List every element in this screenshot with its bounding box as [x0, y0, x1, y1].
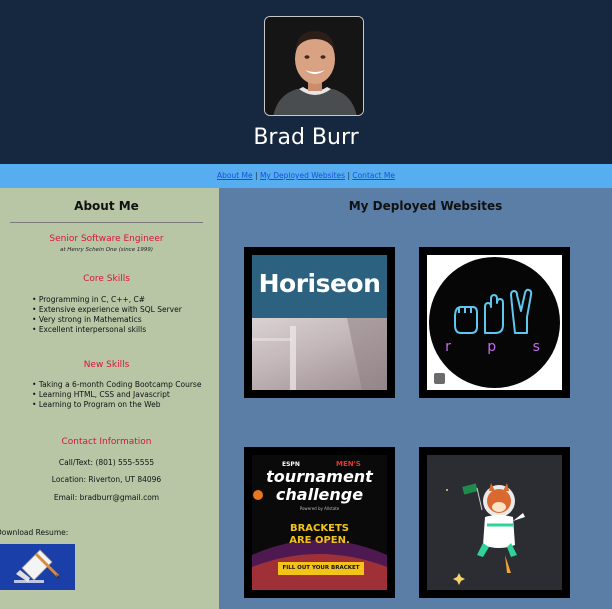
- websites-heading: My Deployed Websites: [348, 199, 503, 213]
- horiseon-photo: [252, 318, 387, 390]
- image-badge-icon: [434, 373, 445, 384]
- nav-link-contact[interactable]: Contact Me: [352, 171, 395, 180]
- core-skills-list: Programming in C, C++, C# Extensive expe…: [32, 295, 182, 335]
- espn-brackets-line2: ARE OPEN.: [289, 535, 350, 546]
- nav-bar: About Me | My Deployed Websites | Contac…: [0, 164, 612, 188]
- list-item: Learning to Program on the Web: [32, 400, 201, 410]
- websites-section: My Deployed Websites Horiseon r p s ESPN…: [219, 188, 612, 609]
- download-resume-label: Download Resume:: [0, 528, 69, 537]
- rps-logo-text: r p s: [445, 339, 556, 355]
- nav-separator: |: [252, 171, 260, 180]
- espn-title-line1: tournament: [266, 467, 373, 486]
- divider: [10, 222, 203, 223]
- project-tile-rps[interactable]: r p s: [419, 247, 570, 398]
- project-image: r p s: [427, 255, 562, 390]
- project-image: [427, 455, 562, 590]
- download-resume-icon[interactable]: [0, 544, 75, 590]
- espn-cta-banner: FILL OUT YOUR BRACKET: [278, 562, 364, 575]
- about-heading: About Me: [74, 199, 139, 213]
- site-title: Brad Burr: [253, 125, 359, 150]
- espn-brackets-line1: BRACKETS: [289, 523, 349, 534]
- header: Brad Burr: [0, 0, 612, 164]
- horiseon-logo-text: Horiseon: [258, 269, 381, 298]
- nav-link-websites[interactable]: My Deployed Websites: [260, 171, 345, 180]
- horiseon-banner: Horiseon: [252, 255, 387, 318]
- about-section: About Me Senior Software Engineer at Hen…: [0, 188, 219, 609]
- project-tile-tournament-challenge[interactable]: ESPN MEN'S tournament challenge Powered …: [244, 447, 395, 598]
- project-tile-space[interactable]: [419, 447, 570, 598]
- new-skills-title: New Skills: [83, 360, 130, 370]
- contact-phone: Call/Text: (801) 555-5555: [58, 458, 155, 467]
- rps-logo-circle: [429, 257, 560, 388]
- project-image: Horiseon: [252, 255, 387, 390]
- espn-brackets-text: BRACKETS ARE OPEN.: [252, 523, 387, 547]
- new-skills-list: Taking a 6-month Coding Bootcamp Course …: [32, 380, 202, 410]
- contact-location: Location: Riverton, UT 84096: [51, 475, 162, 484]
- contact-title: Contact Information: [61, 437, 152, 447]
- role-subtitle: at Henry Schein One (since 1999): [60, 247, 153, 253]
- core-skills-title: Core Skills: [83, 274, 130, 284]
- list-item: Excellent interpersonal skills: [32, 325, 182, 335]
- list-item: Learning HTML, CSS and Javascript: [32, 390, 201, 400]
- nav-link-about[interactable]: About Me: [217, 171, 253, 180]
- espn-powered-by: Powered by Allstate: [299, 506, 340, 511]
- list-item: Very strong in Mathematics: [32, 315, 182, 325]
- list-item: Programming in C, C++, C#: [32, 295, 182, 305]
- project-image: ESPN MEN'S tournament challenge Powered …: [252, 455, 387, 590]
- list-item: Taking a 6-month Coding Bootcamp Course: [32, 380, 202, 390]
- profile-photo: [264, 16, 364, 116]
- list-item: Extensive experience with SQL Server: [32, 305, 182, 315]
- project-tile-horiseon[interactable]: Horiseon: [244, 247, 395, 398]
- space-illustration: [427, 455, 562, 590]
- role-title: Senior Software Engineer: [49, 234, 164, 244]
- espn-title-line2: challenge: [275, 485, 364, 504]
- contact-email: Email: bradburr@gmail.com: [53, 493, 160, 502]
